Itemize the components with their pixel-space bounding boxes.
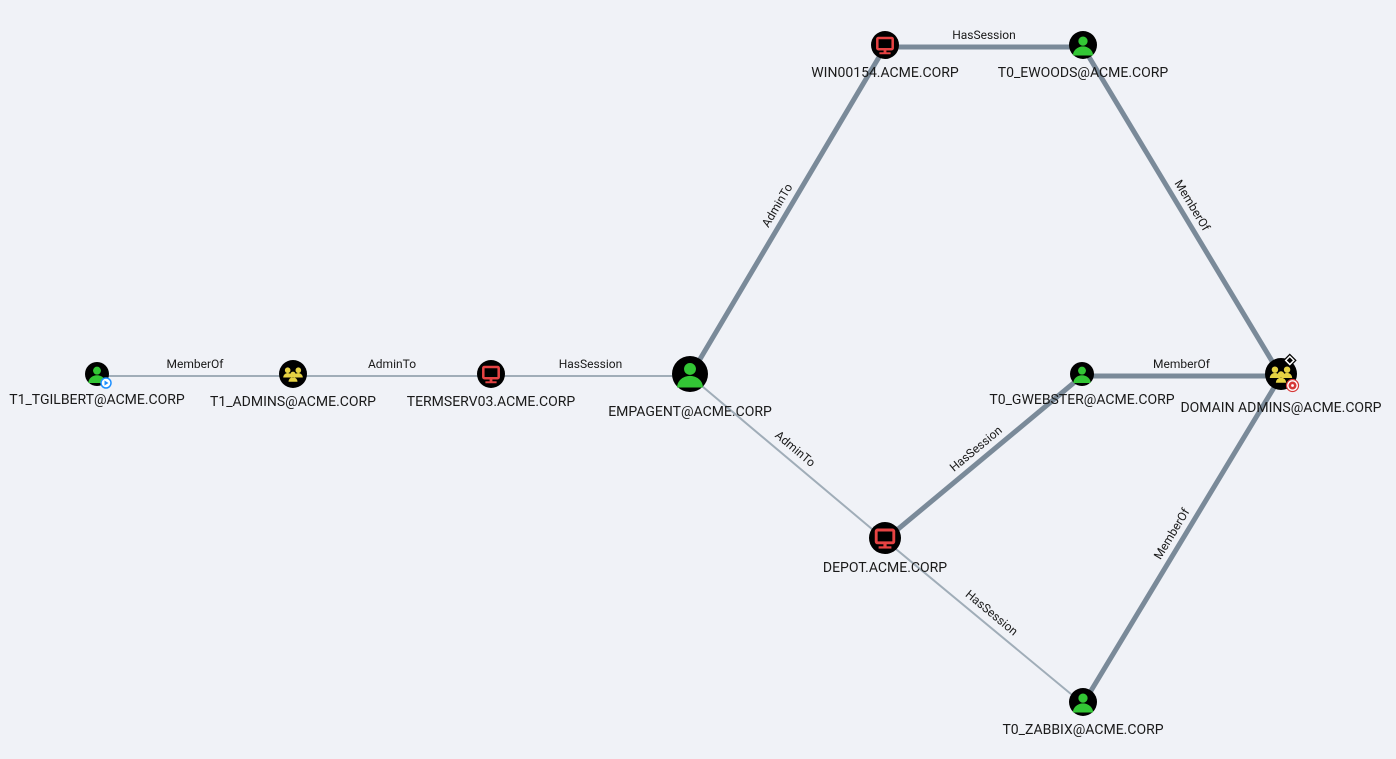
node-label: EMPAGENT@ACME.CORP bbox=[608, 404, 772, 420]
node-domain-admins[interactable] bbox=[1255, 348, 1307, 404]
user-icon bbox=[672, 356, 708, 392]
user-icon bbox=[1069, 31, 1097, 59]
node-label: T0_GWEBSTER@ACME.CORP bbox=[989, 392, 1174, 408]
computer-icon bbox=[477, 360, 505, 388]
edge-adminto[interactable] bbox=[690, 47, 885, 376]
node-label: DEPOT.ACME.CORP bbox=[823, 560, 947, 576]
group-icon bbox=[279, 360, 307, 388]
node-label: WIN00154.ACME.CORP bbox=[811, 65, 959, 81]
computer-icon bbox=[869, 522, 901, 554]
edge-label: HasSession bbox=[559, 357, 623, 371]
edge-label: HasSession bbox=[952, 28, 1016, 42]
edge-label: AdminTo bbox=[368, 357, 416, 371]
edge-memberof[interactable] bbox=[1083, 47, 1281, 376]
node-label: T0_EWOODS@ACME.CORP bbox=[998, 65, 1169, 81]
node-label: DOMAIN ADMINS@ACME.CORP bbox=[1180, 400, 1381, 416]
edge-label: MemberOf bbox=[1153, 357, 1211, 371]
node-label: T1_ADMINS@ACME.CORP bbox=[210, 394, 376, 410]
edge-memberof[interactable] bbox=[1083, 376, 1281, 704]
user-icon bbox=[1070, 362, 1094, 386]
node-label: T1_TGILBERT@ACME.CORP bbox=[9, 392, 185, 408]
user-icon bbox=[1069, 688, 1097, 716]
computer-icon bbox=[871, 31, 899, 59]
edge-label: MemberOf bbox=[167, 357, 225, 371]
node-label: TERMSERV03.ACME.CORP bbox=[407, 394, 576, 410]
edge-adminto[interactable] bbox=[690, 376, 885, 540]
node-empagent[interactable] bbox=[662, 346, 718, 406]
node-label: T0_ZABBIX@ACME.CORP bbox=[1002, 722, 1163, 738]
